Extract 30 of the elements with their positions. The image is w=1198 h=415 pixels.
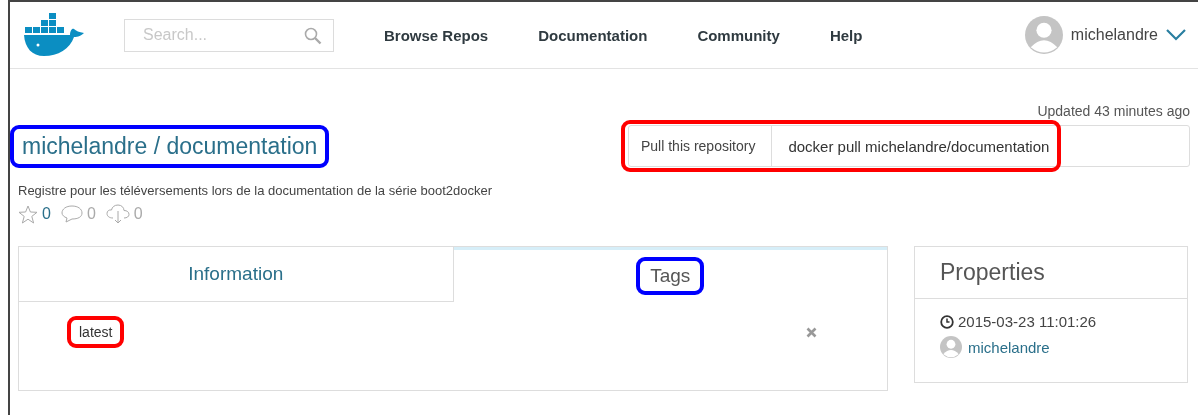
nav-link[interactable]: Community xyxy=(697,26,780,44)
clock-icon xyxy=(940,314,954,329)
stat-count: 0 xyxy=(42,205,51,223)
close-icon[interactable] xyxy=(806,326,817,338)
star-icon[interactable] xyxy=(18,204,38,224)
nav-link[interactable]: Browse Repos xyxy=(384,26,489,44)
speech-bubble-icon[interactable] xyxy=(60,205,83,223)
date-text: 2015-03-23 11:01:26 xyxy=(958,313,1097,330)
nav-link[interactable]: Help xyxy=(829,26,863,44)
tab-label: Tags xyxy=(649,264,692,288)
chevron-down-icon[interactable] xyxy=(1166,29,1186,41)
whale-logo[interactable] xyxy=(24,13,86,57)
updated-time: Updated 43 minutes ago xyxy=(1036,103,1190,119)
stat-count: 0 xyxy=(86,205,96,223)
tag-name: latest xyxy=(78,323,114,342)
repo-description: Registre pour les téléversements lors de la documentation de la série boot2docker xyxy=(18,183,494,198)
nav-link[interactable]: Documentation xyxy=(538,26,648,44)
tab-label: Information xyxy=(187,262,285,286)
repo-title: michelandre / documentation xyxy=(21,131,319,161)
stat-count: 0 xyxy=(133,205,143,223)
owner-link[interactable]: michelandre xyxy=(968,338,1050,356)
tab[interactable]: Information xyxy=(19,247,454,302)
pull-command[interactable]: docker pull michelandre/documentation xyxy=(772,126,1054,166)
user-name[interactable]: michelandre xyxy=(1070,26,1158,44)
pull-label: Pull this repository xyxy=(629,126,773,166)
avatar-icon xyxy=(940,336,962,358)
cloud-download-icon[interactable] xyxy=(105,204,130,224)
avatar-icon xyxy=(1024,16,1063,54)
properties-title: Properties xyxy=(915,247,1187,299)
search-icon[interactable] xyxy=(304,26,322,45)
